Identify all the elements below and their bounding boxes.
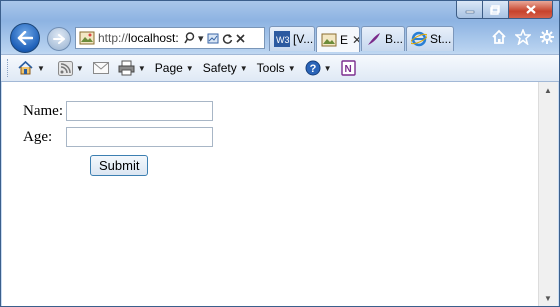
page-menu-label: Page xyxy=(154,61,183,75)
window-controls xyxy=(456,1,553,19)
age-input[interactable] xyxy=(66,127,213,147)
tab-active-page[interactable]: E ✕ xyxy=(316,26,360,52)
chevron-down-icon: ▼ xyxy=(75,63,84,73)
tab-label: [V... xyxy=(293,32,314,46)
tab-st[interactable]: St... xyxy=(406,26,454,51)
page-favicon-icon xyxy=(79,31,95,45)
page-content: Name: Age: Submit xyxy=(2,82,539,306)
search-icon[interactable] xyxy=(184,32,195,44)
svg-text:?: ? xyxy=(309,63,316,75)
name-row: Name: xyxy=(23,101,213,121)
stop-icon[interactable] xyxy=(235,33,245,43)
tab-label: St... xyxy=(430,32,452,46)
chevron-down-icon: ▼ xyxy=(185,63,194,73)
safety-menu[interactable]: Safety ▼ xyxy=(203,61,248,75)
minimize-icon xyxy=(465,10,474,13)
chevron-down-icon: ▼ xyxy=(287,63,296,73)
forward-button[interactable] xyxy=(47,27,71,51)
restore-icon xyxy=(490,4,500,15)
read-mail-button[interactable] xyxy=(92,62,109,74)
age-label: Age: xyxy=(23,128,53,145)
command-bar: ▼ ▼ ▼ Page ▼ Safety ▼ Tools ▼ ? ▼ N xyxy=(1,54,559,82)
close-window-button[interactable] xyxy=(509,1,553,19)
address-bar[interactable]: http://localhost: ▾ xyxy=(75,27,265,49)
svg-text:N: N xyxy=(344,64,351,75)
page-menu[interactable]: Page ▼ xyxy=(155,61,194,75)
chevron-down-icon: ▼ xyxy=(323,63,332,73)
w3schools-favicon-icon: W3 xyxy=(274,31,290,47)
tab-strip: W3 [V... E ✕ B... St... xyxy=(269,26,455,52)
scroll-down-icon[interactable]: ▼ xyxy=(544,294,552,303)
browser-right-buttons xyxy=(491,29,555,45)
tab-b[interactable]: B... xyxy=(361,26,405,51)
age-row: Age: xyxy=(23,127,213,147)
submit-button[interactable]: Submit xyxy=(90,155,149,176)
help-icon: ? xyxy=(305,60,321,76)
forward-arrow-icon xyxy=(53,34,65,44)
onenote-icon: N xyxy=(340,60,356,76)
chevron-down-icon: ▼ xyxy=(37,63,45,73)
tab-w3schools[interactable]: W3 [V... xyxy=(269,26,315,51)
rss-feed-icon xyxy=(57,60,73,76)
minimize-button[interactable] xyxy=(456,1,483,19)
help-menu[interactable]: ? ▼ xyxy=(305,60,332,76)
tab-label: E xyxy=(340,32,349,47)
feeds-menu[interactable]: ▼ xyxy=(57,60,84,76)
address-controls: ▾ xyxy=(184,32,245,45)
address-dropdown-icon[interactable]: ▾ xyxy=(198,32,204,45)
refresh-icon[interactable] xyxy=(222,33,233,44)
navigation-bar: http://localhost: ▾ W3 [V... E ✕ B... xyxy=(1,23,559,53)
compatibility-view-icon[interactable] xyxy=(207,33,219,44)
url-host: localhost: xyxy=(128,31,179,45)
tab-label: B... xyxy=(385,32,404,46)
back-button[interactable] xyxy=(10,23,40,53)
mail-icon xyxy=(92,62,109,74)
feather-favicon-icon xyxy=(368,33,380,45)
url-scheme: http:// xyxy=(98,31,129,45)
name-label: Name: xyxy=(23,102,63,119)
print-menu[interactable]: ▼ xyxy=(118,60,146,76)
toolbar-grip[interactable] xyxy=(7,59,11,77)
back-arrow-icon xyxy=(17,31,33,45)
printer-icon xyxy=(118,60,135,76)
onenote-button[interactable]: N xyxy=(340,60,356,76)
chevron-down-icon: ▼ xyxy=(137,63,146,73)
tools-menu-label: Tools xyxy=(256,61,285,75)
chevron-down-icon: ▼ xyxy=(239,63,248,73)
close-icon xyxy=(525,5,536,14)
tools-menu[interactable]: Tools ▼ xyxy=(257,61,296,75)
home-icon[interactable] xyxy=(491,29,507,45)
close-tab-icon[interactable]: ✕ xyxy=(352,33,359,47)
svg-text:W3: W3 xyxy=(276,35,290,45)
page-favicon-icon xyxy=(321,33,337,46)
home-icon xyxy=(18,60,33,75)
vertical-scrollbar[interactable]: ▲ ▼ xyxy=(538,82,558,306)
maximize-button[interactable] xyxy=(483,1,509,19)
name-input[interactable] xyxy=(66,101,213,121)
url-text[interactable]: http://localhost: xyxy=(98,31,180,45)
star-icon[interactable] xyxy=(515,29,531,45)
gear-icon[interactable] xyxy=(539,29,555,45)
home-menu[interactable]: ▼ xyxy=(17,60,45,76)
safety-menu-label: Safety xyxy=(202,61,237,75)
browser-window: http://localhost: ▾ W3 [V... E ✕ B... xyxy=(0,0,560,307)
scroll-up-icon[interactable]: ▲ xyxy=(544,86,552,95)
ie-favicon-icon xyxy=(411,31,427,47)
